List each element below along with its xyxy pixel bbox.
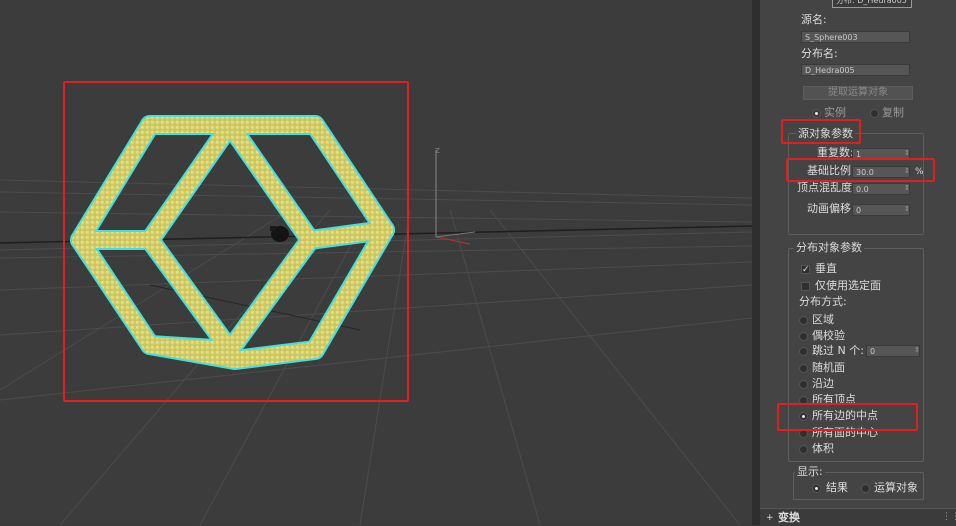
highlight-edge-mid xyxy=(777,403,918,431)
pick-distribution-field[interactable]: 分布: D_Hedra005 xyxy=(832,0,912,8)
display-result-radio[interactable] xyxy=(812,484,821,493)
transform-label: 变换 xyxy=(778,511,800,524)
even-radio[interactable] xyxy=(799,332,808,341)
vertex-chaos-label: 顶点混乱度: xyxy=(797,181,856,194)
instance-label: 实例 xyxy=(824,106,846,119)
vertex-chaos-spinner[interactable]: ⇕ xyxy=(904,185,910,192)
along-edges-label: 沿边 xyxy=(812,377,834,390)
transform-handle-icon: ⋮⋮ xyxy=(942,512,956,522)
area-radio[interactable] xyxy=(799,316,808,325)
dist-name-field[interactable]: D_Hedra005 xyxy=(801,64,910,76)
dist-params-title: 分布对象参数 xyxy=(794,241,864,255)
copy-label: 复制 xyxy=(882,106,904,119)
area-label: 区域 xyxy=(812,313,834,326)
random-faces-label: 随机面 xyxy=(812,361,845,374)
skip-n-radio[interactable] xyxy=(799,347,808,356)
selected-faces-checkbox[interactable] xyxy=(801,282,810,291)
highlight-source-params xyxy=(781,119,861,144)
anim-offset-label: 动画偏移: xyxy=(807,202,855,215)
transform-toggle-icon: + xyxy=(766,513,774,523)
axis-label-z: Z xyxy=(435,147,440,155)
skip-n-field[interactable]: 0 xyxy=(866,345,920,357)
skip-n-label: 跳过 N 个: xyxy=(812,344,864,357)
vertex-chaos-field[interactable]: 0.0 xyxy=(852,183,910,195)
source-name-field[interactable]: S_Sphere003 xyxy=(801,31,910,43)
highlight-base-scale xyxy=(786,158,935,182)
dist-method-label: 分布方式: xyxy=(799,295,847,308)
display-title: 显示: xyxy=(795,465,825,479)
skip-n-spinner[interactable]: ⇕ xyxy=(914,347,920,354)
source-name-label: 源名: xyxy=(801,13,827,26)
along-edges-radio[interactable] xyxy=(799,380,808,389)
anim-offset-spinner[interactable]: ⇕ xyxy=(904,206,910,213)
extract-operand-button[interactable]: 提取运算对象 xyxy=(803,86,913,100)
display-result-label: 结果 xyxy=(826,481,848,494)
even-label: 偶校验 xyxy=(812,329,845,342)
perpendicular-checkbox[interactable]: ✓ xyxy=(801,265,810,275)
instance-radio[interactable] xyxy=(812,109,821,118)
anim-offset-field[interactable]: 0 xyxy=(852,204,910,216)
panel-divider[interactable] xyxy=(752,0,760,525)
perpendicular-label: 垂直 xyxy=(815,262,837,275)
command-panel: 分布: D_Hedra005 源名: S_Sphere003 分布名: D_He… xyxy=(760,0,956,526)
display-operands-label: 运算对象 xyxy=(874,481,918,494)
random-faces-radio[interactable] xyxy=(799,364,808,373)
highlight-mesh xyxy=(63,81,409,402)
selected-faces-label: 仅使用选定面 xyxy=(815,279,881,292)
dist-name-label: 分布名: xyxy=(801,47,838,60)
copy-radio[interactable] xyxy=(870,109,879,118)
volume-label: 体积 xyxy=(812,442,834,455)
display-operands-radio[interactable] xyxy=(861,484,870,493)
transform-rollout[interactable]: + 变换 ⋮⋮ xyxy=(760,508,956,526)
volume-radio[interactable] xyxy=(799,445,808,454)
duplicates-spinner[interactable]: ⇕ xyxy=(904,150,910,157)
